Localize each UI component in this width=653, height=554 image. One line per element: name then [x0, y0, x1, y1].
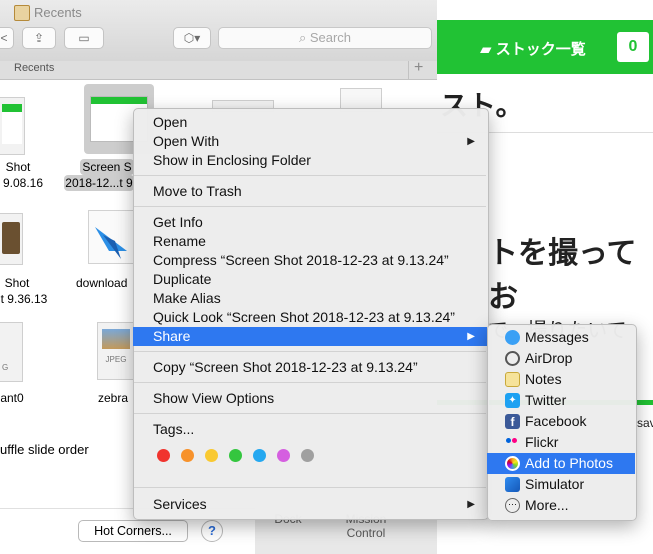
simulator-icon: [505, 477, 520, 492]
search-field[interactable]: ⌕ Search: [218, 27, 432, 49]
stock-count-badge[interactable]: 0: [617, 32, 649, 62]
app-icon[interactable]: [88, 210, 134, 264]
tag-color-dot[interactable]: [253, 449, 266, 462]
tab-bar: [0, 61, 437, 80]
option-label: uffle slide order: [0, 442, 89, 457]
tag-color-dot[interactable]: [277, 449, 290, 462]
menu-item-show-view-options[interactable]: Show View Options: [133, 389, 487, 408]
file-name: 9.08.16: [2, 176, 44, 190]
tag-color-dot[interactable]: [157, 449, 170, 462]
menu-item-open[interactable]: Open: [133, 113, 487, 132]
facebook-icon: f: [505, 414, 520, 429]
more-icon: ···: [505, 498, 520, 513]
hot-corners-button[interactable]: Hot Corners...: [78, 520, 188, 542]
share-button[interactable]: ⇪: [22, 27, 56, 49]
menu-item-show-in-enclosing-folder[interactable]: Show in Enclosing Folder: [133, 151, 487, 170]
menu-item-compress[interactable]: Compress “Screen Shot 2018-12-23 at 9.13…: [133, 251, 487, 270]
menu-item-duplicate[interactable]: Duplicate: [133, 270, 487, 289]
file-thumbnail[interactable]: G: [0, 322, 23, 382]
jpeg-file-thumbnail[interactable]: JPEG: [97, 322, 135, 380]
airdrop-icon: [505, 351, 520, 366]
tag-color-dot[interactable]: [181, 449, 194, 462]
flickr-icon: [506, 438, 511, 443]
menu-item-share[interactable]: Share ▶: [133, 327, 487, 346]
file-name: Shot: [5, 160, 31, 174]
menu-separator: [134, 413, 486, 414]
folder-icon: [14, 5, 30, 21]
tag-color-dot[interactable]: [301, 449, 314, 462]
twitter-icon: ✦: [505, 393, 520, 408]
tag-icon: ▭: [78, 31, 90, 45]
window-title: Recents: [34, 5, 82, 20]
menu-item-make-alias[interactable]: Make Alias: [133, 289, 487, 308]
file-name: t 9.36.13: [0, 292, 48, 306]
file-name: zebra: [98, 391, 129, 405]
new-tab-button[interactable]: +: [414, 59, 423, 77]
article-subheading: トを撮ってお: [488, 237, 637, 314]
app-logo-icon: [95, 227, 127, 259]
menu-separator: [134, 351, 486, 352]
menu-item-get-info[interactable]: Get Info: [133, 213, 487, 232]
messages-icon: [505, 330, 520, 345]
submenu-arrow-icon: ▶: [467, 136, 475, 147]
menu-item-quick-look[interactable]: Quick Look “Screen Shot 2018-12-23 at 9.…: [133, 308, 487, 327]
menu-separator: [134, 175, 486, 176]
help-button[interactable]: ?: [201, 520, 223, 542]
file-name: download: [76, 276, 128, 290]
menu-item-rename[interactable]: Rename: [133, 232, 487, 251]
submenu-arrow-icon: ▶: [467, 499, 475, 510]
back-button[interactable]: <: [0, 27, 14, 49]
tag-color-dot[interactable]: [229, 449, 242, 462]
folder-icon: ▰: [480, 41, 496, 58]
article-text: sav: [637, 416, 653, 430]
flickr-icon-dot: [512, 438, 517, 443]
menu-separator: [134, 487, 486, 488]
share-icon: ⇪: [33, 31, 45, 45]
menu-separator: [134, 382, 486, 383]
menu-item-copy[interactable]: Copy “Screen Shot 2018-12-23 at 9.13.24”: [133, 358, 487, 377]
tag-color-dot[interactable]: [205, 449, 218, 462]
file-thumbnail[interactable]: [0, 213, 23, 265]
file-name-selected: 2018-12...t 9: [64, 175, 134, 191]
menu-item-open-with[interactable]: Open With ▶: [133, 132, 487, 151]
menu-separator: [134, 206, 486, 207]
edit-tags-button[interactable]: ▭: [64, 27, 104, 49]
file-thumbnail[interactable]: [0, 97, 25, 155]
submenu-arrow-icon: ▶: [467, 331, 475, 342]
dropbox-icon: ⬡▾: [183, 31, 201, 45]
stock-list-link[interactable]: ▰ ストック一覧: [480, 38, 586, 59]
browser-topbar: [437, 0, 653, 21]
tab-recents[interactable]: Recents: [14, 62, 54, 74]
search-icon: ⌕: [298, 30, 310, 45]
file-name-selected: Screen S: [80, 159, 134, 175]
file-name: ant0: [0, 391, 24, 405]
tab-divider: [408, 61, 409, 79]
dropbox-button[interactable]: ⬡▾: [173, 27, 211, 49]
file-name: Shot: [4, 276, 30, 290]
photos-icon: [505, 456, 520, 471]
notes-icon: [505, 372, 520, 387]
menu-item-move-to-trash[interactable]: Move to Trash: [133, 182, 487, 201]
menu-item-tags[interactable]: Tags...: [133, 420, 487, 439]
menu-item-services[interactable]: Services ▶: [133, 495, 487, 514]
